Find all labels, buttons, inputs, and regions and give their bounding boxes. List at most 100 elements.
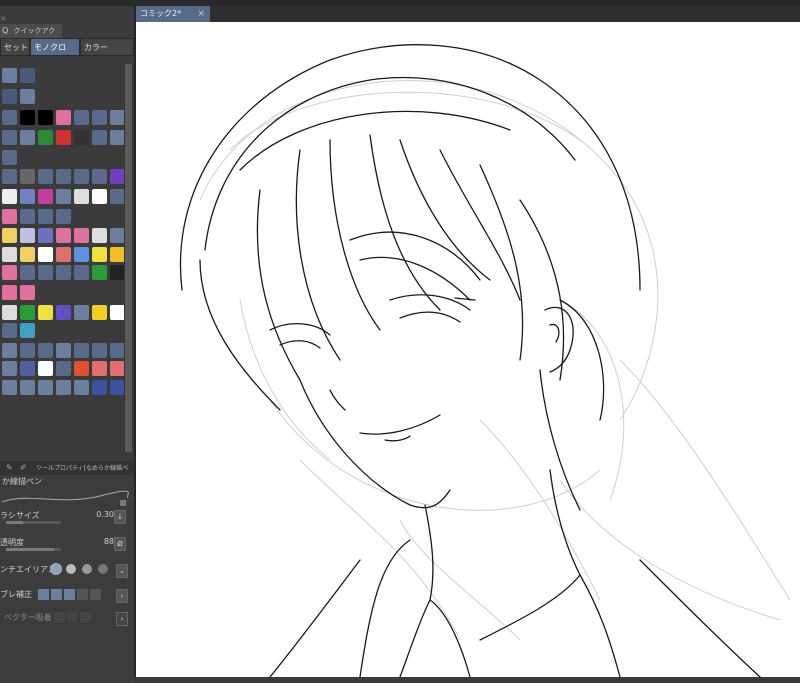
quick-access-tool-icon[interactable] bbox=[110, 265, 125, 280]
quick-access-tool-icon[interactable] bbox=[20, 285, 35, 300]
quick-access-tool-icon[interactable] bbox=[56, 209, 71, 224]
quick-access-tool-icon[interactable] bbox=[2, 89, 17, 104]
close-tab-icon[interactable]: × bbox=[197, 6, 205, 22]
quick-access-tool-icon[interactable] bbox=[38, 380, 53, 395]
quick-access-tool-icon[interactable] bbox=[2, 130, 17, 145]
brush-size-slider[interactable] bbox=[6, 521, 61, 524]
quick-access-tool-icon[interactable] bbox=[74, 265, 89, 280]
opacity-row[interactable]: 透明度 88 Ø bbox=[0, 537, 128, 551]
quick-access-tool-icon[interactable] bbox=[38, 247, 53, 262]
quick-access-tool-icon[interactable] bbox=[92, 110, 107, 125]
quick-access-tool-icon[interactable] bbox=[2, 323, 17, 338]
quick-access-tool-icon[interactable] bbox=[92, 265, 107, 280]
quick-access-tool-icon[interactable] bbox=[56, 380, 71, 395]
quick-access-tool-icon[interactable] bbox=[2, 68, 17, 83]
quick-access-tool-icon[interactable] bbox=[92, 247, 107, 262]
quick-access-tool-icon[interactable] bbox=[20, 189, 35, 204]
quick-access-tool-icon[interactable] bbox=[20, 110, 35, 125]
quick-access-tool-icon[interactable] bbox=[92, 343, 107, 358]
quick-access-tool-icon[interactable] bbox=[110, 130, 125, 145]
quick-access-tool-icon[interactable] bbox=[38, 130, 53, 145]
quick-access-tool-icon[interactable] bbox=[56, 228, 71, 243]
quick-access-tool-icon[interactable] bbox=[110, 247, 125, 262]
quick-access-tool-icon[interactable] bbox=[2, 247, 17, 262]
quick-access-tool-icon[interactable] bbox=[20, 305, 35, 320]
quick-access-tool-icon[interactable] bbox=[74, 228, 89, 243]
scroll-thumb[interactable] bbox=[125, 64, 132, 452]
opacity-slider[interactable] bbox=[6, 548, 61, 551]
vector-snap-toggle[interactable] bbox=[54, 612, 65, 623]
quick-access-tool-icon[interactable] bbox=[110, 305, 125, 320]
quick-access-tool-icon[interactable] bbox=[20, 265, 35, 280]
tab-set[interactable]: セット bbox=[0, 38, 30, 56]
stabilization-expand-icon[interactable]: › bbox=[116, 589, 128, 603]
stabilization-level-4[interactable] bbox=[77, 589, 88, 600]
quick-access-tool-icon[interactable] bbox=[92, 130, 107, 145]
quick-access-tool-icon[interactable] bbox=[110, 361, 125, 376]
quick-access-tool-icon[interactable] bbox=[110, 228, 125, 243]
quick-access-tool-icon[interactable] bbox=[2, 361, 17, 376]
quick-access-tool-icon[interactable] bbox=[2, 265, 17, 280]
stabilization-level-2[interactable] bbox=[51, 589, 62, 600]
stabilization-level-5[interactable] bbox=[90, 589, 101, 600]
close-icon[interactable]: × bbox=[0, 12, 7, 26]
tab-color[interactable]: カラー bbox=[80, 38, 134, 56]
quick-access-tool-icon[interactable] bbox=[74, 361, 89, 376]
quick-access-tool-icon[interactable] bbox=[56, 265, 71, 280]
quick-access-tool-icon[interactable] bbox=[2, 343, 17, 358]
document-tab[interactable]: コミック2* × bbox=[136, 6, 210, 22]
quick-access-tool-icon[interactable] bbox=[38, 169, 53, 184]
stabilization-level-3[interactable] bbox=[64, 589, 75, 600]
quick-access-tool-icon[interactable] bbox=[20, 380, 35, 395]
quick-access-tool-icon[interactable] bbox=[74, 189, 89, 204]
quick-access-tool-icon[interactable] bbox=[2, 150, 17, 165]
vector-snap-expand-icon[interactable]: › bbox=[116, 612, 128, 626]
quick-access-scrollbar[interactable] bbox=[124, 64, 133, 452]
quick-access-tool-icon[interactable] bbox=[74, 343, 89, 358]
quick-access-tool-icon[interactable] bbox=[110, 169, 125, 184]
quick-access-tool-icon[interactable] bbox=[20, 209, 35, 224]
quick-access-tool-icon[interactable] bbox=[110, 189, 125, 204]
vector-snap-box-2[interactable] bbox=[67, 612, 78, 623]
quick-access-tool-icon[interactable] bbox=[38, 110, 53, 125]
quick-access-tool-icon[interactable] bbox=[74, 169, 89, 184]
quick-access-tool-icon[interactable] bbox=[74, 380, 89, 395]
drawing-canvas[interactable] bbox=[136, 22, 800, 677]
quick-access-tool-icon[interactable] bbox=[20, 68, 35, 83]
quick-access-tool-icon[interactable] bbox=[38, 228, 53, 243]
quick-access-tool-icon[interactable] bbox=[38, 209, 53, 224]
brush-size-row[interactable]: ラシサイズ 0.30 ↓ bbox=[0, 510, 128, 524]
quick-access-tool-icon[interactable] bbox=[38, 265, 53, 280]
quick-access-tool-icon[interactable] bbox=[20, 169, 35, 184]
quick-access-tool-icon[interactable] bbox=[20, 130, 35, 145]
quick-access-tool-icon[interactable] bbox=[20, 89, 35, 104]
antialias-strong-option[interactable] bbox=[98, 564, 108, 574]
quick-access-tool-icon[interactable] bbox=[74, 110, 89, 125]
quick-access-tool-icon[interactable] bbox=[56, 130, 71, 145]
quick-access-tool-icon[interactable] bbox=[56, 189, 71, 204]
quick-access-tool-icon[interactable] bbox=[38, 361, 53, 376]
quick-access-tool-icon[interactable] bbox=[2, 285, 17, 300]
quick-access-tool-icon[interactable] bbox=[2, 169, 17, 184]
quick-access-tool-icon[interactable] bbox=[38, 189, 53, 204]
quick-access-tool-icon[interactable] bbox=[38, 343, 53, 358]
quick-access-tool-icon[interactable] bbox=[92, 169, 107, 184]
antialias-medium-option[interactable] bbox=[82, 564, 92, 574]
quick-access-tool-icon[interactable] bbox=[92, 189, 107, 204]
antialias-weak-option[interactable] bbox=[66, 564, 76, 574]
antialias-none-option[interactable] bbox=[50, 563, 62, 575]
quick-access-tool-icon[interactable] bbox=[2, 209, 17, 224]
quick-access-tool-icon[interactable] bbox=[20, 323, 35, 338]
quick-access-tool-icon[interactable] bbox=[20, 343, 35, 358]
antialias-dropdown-icon[interactable]: ⌄ bbox=[116, 564, 128, 578]
brush-size-value[interactable]: 0.30 bbox=[96, 510, 114, 519]
quick-access-tool-icon[interactable] bbox=[92, 305, 107, 320]
tab-monochrome[interactable]: モノクロ bbox=[30, 38, 80, 56]
quick-access-tool-icon[interactable] bbox=[2, 110, 17, 125]
brush-size-dropdown-icon[interactable]: ↓ bbox=[114, 510, 126, 524]
quick-access-tool-icon[interactable] bbox=[56, 343, 71, 358]
quick-access-tool-icon[interactable] bbox=[2, 305, 17, 320]
quick-access-tool-icon[interactable] bbox=[92, 380, 107, 395]
quick-access-tool-icon[interactable] bbox=[56, 110, 71, 125]
opacity-lock-icon[interactable]: Ø bbox=[114, 537, 126, 551]
